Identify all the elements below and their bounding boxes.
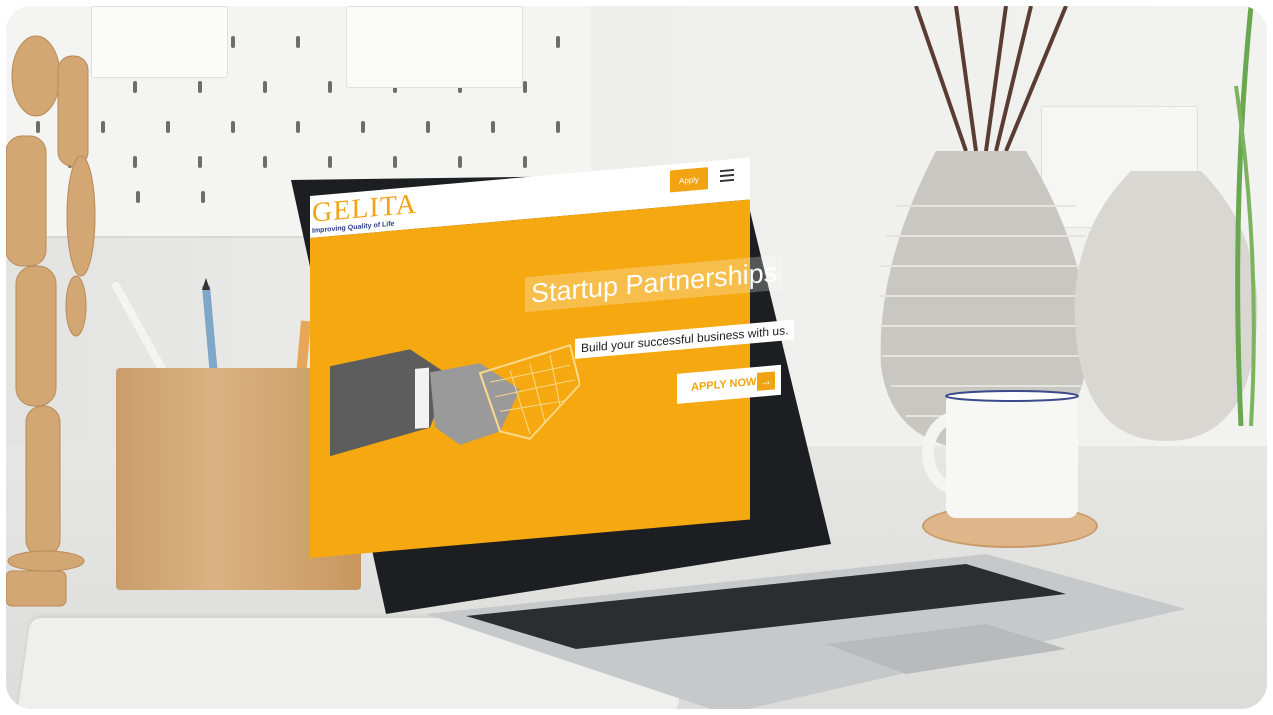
wall-box-right (346, 6, 523, 88)
coffee-mug (922, 390, 1079, 518)
plant (1234, 6, 1256, 426)
branches (914, 6, 1068, 152)
hamburger-icon[interactable] (720, 168, 734, 183)
arrow-right-icon: → (757, 371, 775, 391)
hero-title: Startup Partnerships (525, 254, 784, 313)
photo-frame: GELITA Improving Quality of Life Apply S… (6, 6, 1267, 709)
apply-now-label: APPLY NOW (691, 375, 757, 394)
hero-banner: Startup Partnerships Build your successf… (310, 199, 795, 558)
apply-button[interactable]: Apply (670, 167, 708, 193)
website-screen: GELITA Improving Quality of Life Apply S… (310, 157, 795, 606)
handshake-image (330, 344, 580, 457)
